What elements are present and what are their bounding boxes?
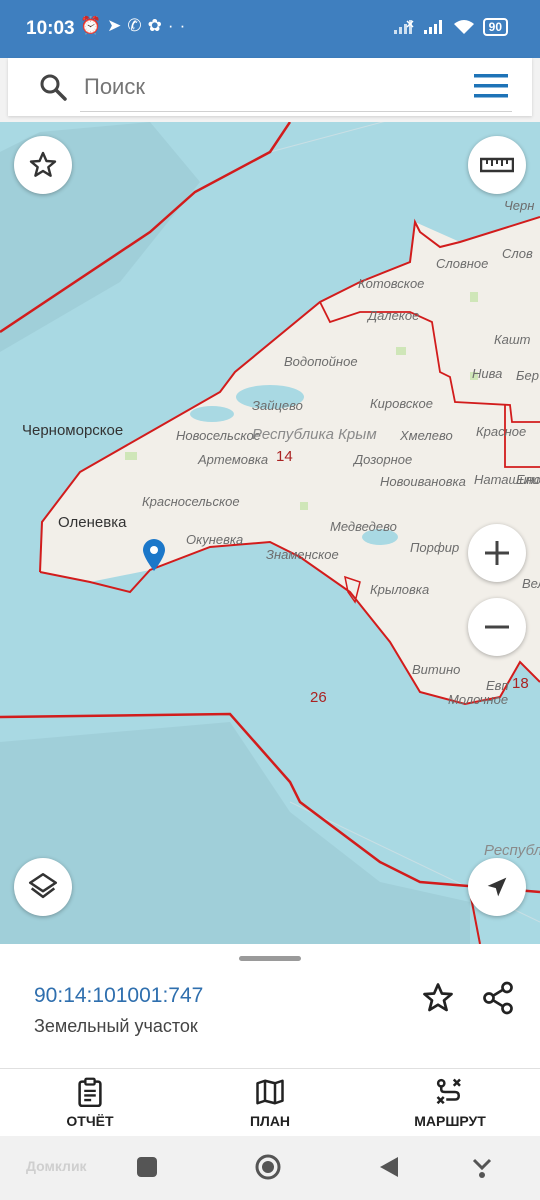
app-icon: ✿ bbox=[147, 16, 168, 35]
map-label-novoselskoe: Новосельское bbox=[176, 428, 261, 443]
share-icon[interactable] bbox=[480, 980, 516, 1016]
map-label-znamenskoe: Знаменское bbox=[266, 547, 339, 562]
search-underline bbox=[80, 111, 512, 112]
layers-icon bbox=[28, 872, 58, 899]
map-label-region-18: 18 bbox=[512, 675, 529, 692]
route-tab[interactable]: МАРШРУТ bbox=[390, 1075, 510, 1135]
map-label-vitino: Витино bbox=[412, 662, 461, 677]
search-container bbox=[0, 58, 540, 122]
map-label-okunevka: Окуневка bbox=[186, 532, 244, 547]
status-time: 10:03 bbox=[26, 18, 75, 39]
map-label-medvedevo: Медведево bbox=[330, 519, 397, 534]
map-label-region: Республика Крым bbox=[252, 426, 377, 443]
route-icon bbox=[436, 1078, 461, 1105]
battery-indicator: 90 bbox=[482, 18, 508, 36]
watermark: Домклик bbox=[26, 1158, 87, 1174]
my-location-button[interactable] bbox=[468, 858, 526, 916]
search-icon[interactable] bbox=[38, 72, 68, 102]
map-label-kotovskoe: Котовское bbox=[358, 276, 425, 291]
map-label-krasnoe: Красное bbox=[476, 424, 527, 439]
map-label-kirovskoe: Кировское bbox=[370, 396, 433, 411]
recents-button[interactable] bbox=[136, 1156, 158, 1178]
map-label-zaytsevo: Зайцево bbox=[252, 398, 303, 413]
map-label-molochnoe: Молочное bbox=[448, 692, 509, 707]
whatsapp-icon: ✆ bbox=[127, 16, 148, 35]
favorites-button[interactable] bbox=[14, 136, 72, 194]
location-pin-icon[interactable] bbox=[142, 538, 166, 572]
map-label-novoivanovka: Новоивановка bbox=[380, 474, 466, 489]
map-label-region-26: 26 bbox=[310, 689, 327, 706]
map-label-slovnoe: Словное bbox=[436, 256, 489, 271]
notification-icons: ⏰➤✆✿·· bbox=[80, 16, 191, 36]
map-base bbox=[0, 122, 540, 944]
map-label-vodopoynoe: Водопойное bbox=[284, 354, 358, 369]
map-label-vel: Вел bbox=[522, 576, 540, 591]
more-dots-icon: ·· bbox=[167, 16, 192, 35]
menu-icon[interactable] bbox=[474, 72, 508, 100]
wifi-icon bbox=[453, 20, 474, 34]
map-label-eup: Евп bbox=[486, 678, 509, 693]
plan-tab[interactable]: ПЛАН bbox=[210, 1075, 330, 1135]
map-label-region-14: 14 bbox=[276, 448, 293, 465]
search-input[interactable] bbox=[84, 72, 404, 102]
sheet-handle[interactable] bbox=[239, 956, 301, 961]
map-label-ber: Бер bbox=[516, 368, 539, 383]
report-label: ОТЧЁТ bbox=[66, 1113, 114, 1129]
home-button[interactable] bbox=[254, 1153, 282, 1181]
route-label: МАРШРУТ bbox=[414, 1113, 486, 1129]
signal-icon bbox=[423, 20, 442, 34]
map-label-khmelevo: Хмелево bbox=[400, 428, 453, 443]
map-label-el: Ели bbox=[516, 472, 540, 487]
signal-off-icon bbox=[393, 20, 414, 34]
place-type: Земельный участок bbox=[34, 1016, 198, 1036]
ruler-button[interactable] bbox=[468, 136, 526, 194]
map-label-dozornoe: Дозорное bbox=[354, 452, 413, 467]
place-sheet: 90:14:101001:747 Земельный участок bbox=[0, 944, 540, 1068]
clipboard-icon bbox=[78, 1077, 102, 1107]
minus-icon bbox=[485, 625, 509, 629]
system-navbar: Домклик bbox=[0, 1136, 540, 1200]
cadastral-number[interactable]: 90:14:101001:747 bbox=[34, 984, 203, 1008]
map-label-krylovka: Крыловка bbox=[370, 582, 430, 597]
alarm-icon: ⏰ bbox=[80, 16, 108, 35]
map-label-olenevka: Оленевка bbox=[58, 514, 127, 531]
map-label-region2: Республ bbox=[484, 842, 540, 859]
report-tab[interactable]: ОТЧЁТ bbox=[30, 1075, 150, 1135]
map-label-chern: Черн bbox=[504, 198, 535, 213]
system-icons: 90 bbox=[393, 18, 508, 36]
zoom-out-button[interactable] bbox=[468, 598, 526, 656]
map-icon bbox=[256, 1079, 284, 1105]
search-bar bbox=[8, 58, 532, 116]
back-button[interactable] bbox=[378, 1156, 400, 1178]
plus-icon bbox=[485, 541, 509, 565]
action-bar: ОТЧЁТ ПЛАН МАРШРУТ bbox=[0, 1068, 540, 1136]
map-label-porfir: Порфир bbox=[410, 540, 460, 555]
keyboard-down-icon[interactable] bbox=[470, 1154, 494, 1180]
map-label-artemovka: Артемовка bbox=[198, 452, 269, 467]
telegram-icon: ➤ bbox=[107, 16, 128, 35]
plan-label: ПЛАН bbox=[249, 1113, 291, 1129]
map-label-dalekoe: Далекое bbox=[368, 308, 420, 323]
add-favorite-star-icon[interactable] bbox=[420, 980, 456, 1016]
map-label-chernomorskoe: Черноморское bbox=[22, 422, 124, 439]
zoom-in-button[interactable] bbox=[468, 524, 526, 582]
star-outline-icon bbox=[29, 151, 57, 177]
ruler-icon bbox=[480, 157, 514, 173]
status-bar: 10:03 ⏰➤✆✿·· 90 bbox=[0, 0, 540, 58]
layers-button[interactable] bbox=[14, 858, 72, 916]
map-label-niva: Нива bbox=[472, 366, 503, 381]
map-label-slov: Слов bbox=[502, 246, 533, 261]
map-label-krasnoselskoe: Красносельское bbox=[142, 494, 240, 509]
navigation-arrow-icon bbox=[487, 877, 507, 897]
map-view[interactable]: Черноморское Оленевка Новосельское Артем… bbox=[0, 122, 540, 944]
map-label-kasht: Кашт bbox=[494, 332, 531, 347]
